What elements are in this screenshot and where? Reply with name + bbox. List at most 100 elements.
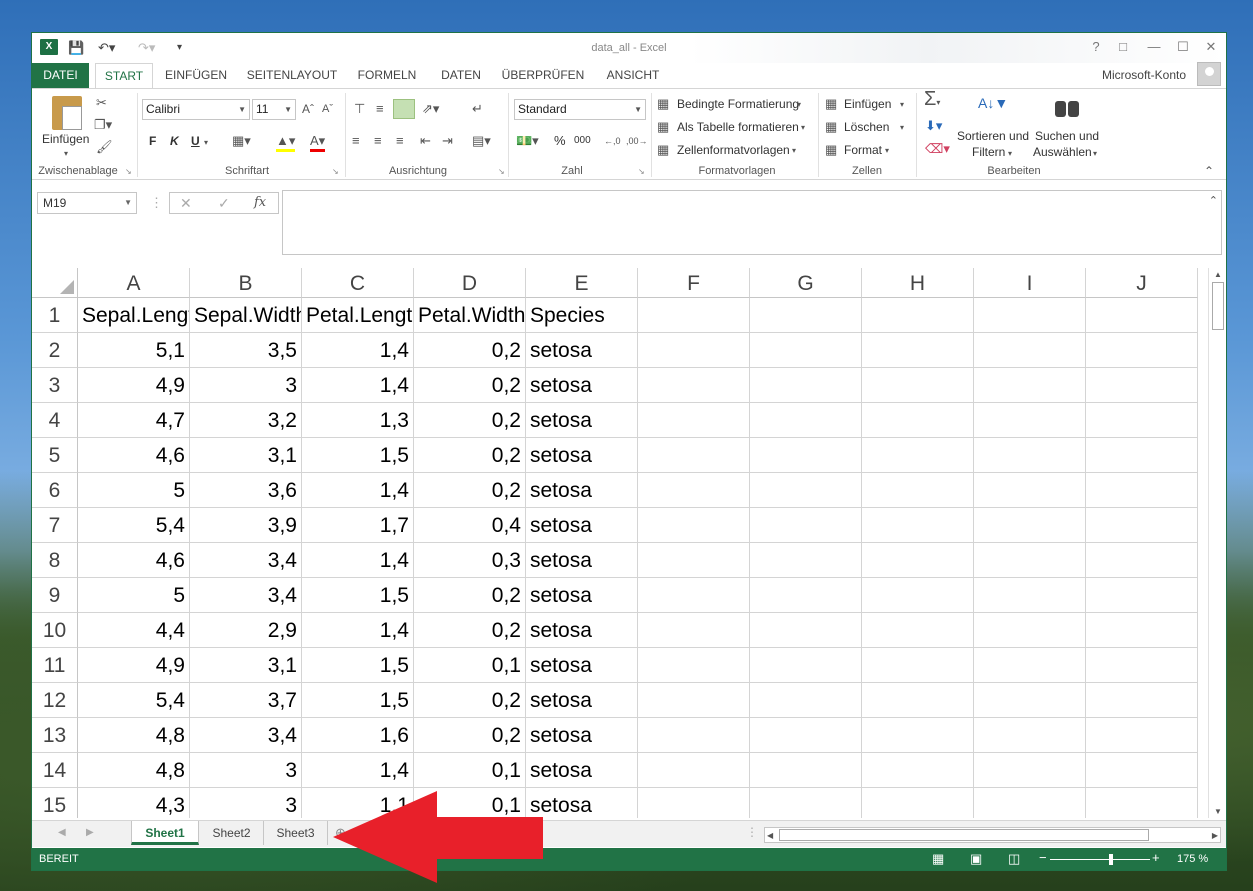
cell-b4[interactable]: 3,2 (190, 403, 302, 438)
column-header-e[interactable]: E (526, 268, 638, 298)
page-break-view-icon[interactable]: ◫ (1008, 851, 1020, 867)
align-middle-icon[interactable]: ≡ (376, 101, 384, 117)
cell-b13[interactable]: 3,4 (190, 718, 302, 753)
cell-i8[interactable] (974, 543, 1086, 578)
cell-i9[interactable] (974, 578, 1086, 613)
cell-f13[interactable] (638, 718, 750, 753)
format-as-table-button[interactable]: Als Tabelle formatieren (677, 120, 799, 134)
cell-g11[interactable] (750, 648, 862, 683)
cell-d12[interactable]: 0,2 (414, 683, 526, 718)
column-header-b[interactable]: B (190, 268, 302, 298)
cell-a13[interactable]: 4,8 (78, 718, 190, 753)
cell-h13[interactable] (862, 718, 974, 753)
enter-icon[interactable]: ✓ (218, 195, 230, 212)
scroll-down-icon[interactable]: ▼ (1212, 807, 1224, 816)
cell-c7[interactable]: 1,7 (302, 508, 414, 543)
cell-d9[interactable]: 0,2 (414, 578, 526, 613)
sort-filter-button-line2[interactable]: Filtern (972, 145, 1005, 159)
align-top-icon[interactable]: ⊤ (354, 101, 365, 117)
cell-e2[interactable]: setosa (526, 333, 638, 368)
chevron-down-icon[interactable]: ▾ (792, 143, 796, 159)
cell-e14[interactable]: setosa (526, 753, 638, 788)
row-header[interactable]: 11 (32, 648, 78, 683)
tab-data[interactable]: DATEN (432, 63, 490, 88)
column-header-g[interactable]: G (750, 268, 862, 298)
cell-e10[interactable]: setosa (526, 613, 638, 648)
expand-formula-icon[interactable]: ⌃ (1209, 193, 1218, 209)
sheet-tab-sheet1[interactable]: Sheet1 (131, 821, 199, 845)
copy-icon[interactable]: ❐▾ (94, 117, 112, 133)
cell-j9[interactable] (1086, 578, 1198, 613)
chevron-down-icon[interactable]: ▾ (797, 97, 801, 113)
maximize-icon[interactable]: ☐ (1172, 37, 1194, 57)
row-header[interactable]: 10 (32, 613, 78, 648)
cell-d3[interactable]: 0,2 (414, 368, 526, 403)
cell-e13[interactable]: setosa (526, 718, 638, 753)
cell-h8[interactable] (862, 543, 974, 578)
cell-h11[interactable] (862, 648, 974, 683)
row-header[interactable]: 7 (32, 508, 78, 543)
cell-e8[interactable]: setosa (526, 543, 638, 578)
chevron-down-icon[interactable]: ▾ (900, 120, 904, 136)
align-bottom-icon[interactable] (393, 99, 415, 119)
cell-a5[interactable]: 4,6 (78, 438, 190, 473)
cell-g9[interactable] (750, 578, 862, 613)
find-select-button[interactable]: Suchen und (1035, 129, 1099, 143)
ribbon-display-icon[interactable]: □ (1112, 37, 1134, 57)
cell-i2[interactable] (974, 333, 1086, 368)
cell-c14[interactable]: 1,4 (302, 753, 414, 788)
tab-formulas[interactable]: FORMELN (352, 63, 422, 88)
cell-g14[interactable] (750, 753, 862, 788)
cell-g6[interactable] (750, 473, 862, 508)
cell-c13[interactable]: 1,6 (302, 718, 414, 753)
cell-f8[interactable] (638, 543, 750, 578)
cell-c8[interactable]: 1,4 (302, 543, 414, 578)
cell-c10[interactable]: 1,4 (302, 613, 414, 648)
column-header-f[interactable]: F (638, 268, 750, 298)
name-box[interactable]: M19 ▼ (37, 192, 137, 214)
cell-a8[interactable]: 4,6 (78, 543, 190, 578)
cell-d8[interactable]: 0,3 (414, 543, 526, 578)
cell-g3[interactable] (750, 368, 862, 403)
chevron-down-icon[interactable]: ▾ (1093, 146, 1097, 162)
cell-f9[interactable] (638, 578, 750, 613)
cell-h4[interactable] (862, 403, 974, 438)
clipboard-launcher-icon[interactable]: ↘ (125, 167, 132, 176)
cell-a10[interactable]: 4,4 (78, 613, 190, 648)
cell-i10[interactable] (974, 613, 1086, 648)
cell-b10[interactable]: 2,9 (190, 613, 302, 648)
cell-j2[interactable] (1086, 333, 1198, 368)
cancel-icon[interactable]: ✕ (180, 195, 192, 212)
cell-d13[interactable]: 0,2 (414, 718, 526, 753)
cell-b14[interactable]: 3 (190, 753, 302, 788)
cell-g12[interactable] (750, 683, 862, 718)
cell-g5[interactable] (750, 438, 862, 473)
vertical-scrollbar[interactable]: ▲ ▼ (1208, 268, 1226, 818)
shrink-font-icon[interactable]: Aˇ (322, 101, 333, 117)
chevron-down-icon[interactable]: ▾ (885, 143, 889, 159)
row-header[interactable]: 12 (32, 683, 78, 718)
cell-j13[interactable] (1086, 718, 1198, 753)
tab-page-layout[interactable]: SEITENLAYOUT (242, 63, 342, 88)
cell-j12[interactable] (1086, 683, 1198, 718)
bold-button[interactable]: F (149, 134, 156, 148)
cell-i15[interactable] (974, 788, 1086, 818)
sheet-tab-sheet2[interactable]: Sheet2 (200, 821, 264, 845)
cell-i12[interactable] (974, 683, 1086, 718)
fill-icon[interactable]: ⬇▾ (925, 118, 942, 134)
insert-cells-button[interactable]: Einfügen (844, 97, 891, 111)
cell-h6[interactable] (862, 473, 974, 508)
underline-button[interactable]: U (191, 134, 200, 148)
zoom-in-icon[interactable]: + (1152, 850, 1160, 865)
cell-d14[interactable]: 0,1 (414, 753, 526, 788)
scroll-up-icon[interactable]: ▲ (1212, 270, 1224, 279)
font-name-combo[interactable]: Calibri ▼ (142, 99, 250, 120)
cell-g2[interactable] (750, 333, 862, 368)
cell-d5[interactable]: 0,2 (414, 438, 526, 473)
cell-f4[interactable] (638, 403, 750, 438)
tab-start[interactable]: START (95, 63, 153, 89)
cell-b11[interactable]: 3,1 (190, 648, 302, 683)
cell-a2[interactable]: 5,1 (78, 333, 190, 368)
cell-f3[interactable] (638, 368, 750, 403)
alignment-launcher-icon[interactable]: ↘ (498, 167, 505, 176)
